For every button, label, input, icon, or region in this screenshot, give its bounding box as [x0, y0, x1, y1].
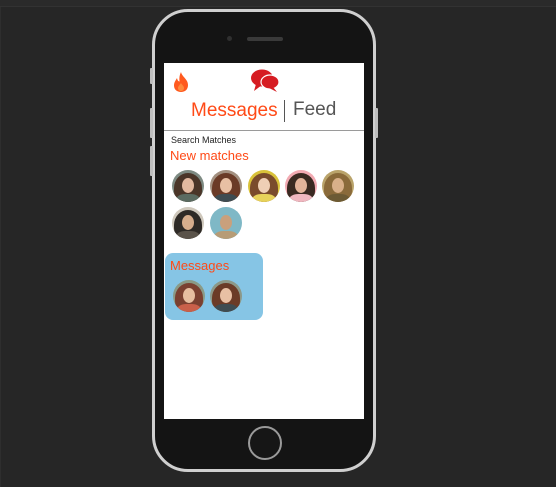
front-camera	[227, 36, 232, 41]
new-matches-heading: New matches	[170, 148, 249, 163]
volume-down-button	[150, 146, 153, 176]
mute-switch	[150, 68, 153, 84]
messages-heading: Messages	[170, 258, 230, 273]
match-avatar[interactable]	[172, 170, 204, 202]
volume-up-button	[150, 108, 153, 138]
window-top-bar	[0, 0, 556, 7]
tab-feed[interactable]: Feed	[293, 99, 336, 121]
match-avatar[interactable]	[322, 170, 354, 202]
message-thread-avatar[interactable]	[210, 280, 242, 312]
tab-messages[interactable]: Messages	[191, 100, 278, 122]
match-avatar[interactable]	[285, 170, 317, 202]
home-button[interactable]	[248, 426, 282, 460]
message-thread-avatar[interactable]	[173, 280, 205, 312]
match-avatar[interactable]	[210, 170, 242, 202]
header-divider	[164, 130, 364, 131]
search-matches-input[interactable]: Search Matches	[171, 135, 236, 145]
flame-icon[interactable]	[171, 71, 191, 93]
match-avatar[interactable]	[248, 170, 280, 202]
messages-panel: Messages	[165, 253, 263, 320]
tab-divider	[284, 100, 285, 122]
chat-bubbles-icon[interactable]	[250, 68, 280, 94]
match-avatar[interactable]	[172, 207, 204, 239]
earpiece-speaker	[247, 37, 283, 41]
match-avatar[interactable]	[210, 207, 242, 239]
power-button	[375, 108, 378, 138]
app-screen: Messages Feed Search Matches New matches…	[164, 63, 364, 419]
